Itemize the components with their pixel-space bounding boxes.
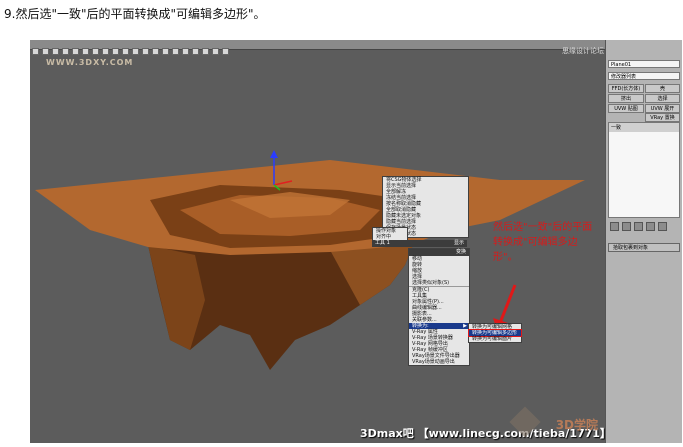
modifier-stack[interactable]: 一致: [608, 122, 680, 218]
make-unique-icon[interactable]: [634, 222, 643, 231]
logo-text: 3D学院: [555, 418, 598, 432]
pin-stack-icon[interactable]: [610, 222, 619, 231]
annotation-arrow: [498, 284, 517, 324]
menu-item[interactable]: VRay场景动画导出: [409, 359, 469, 365]
object-name-field[interactable]: Plane01: [608, 60, 680, 68]
extrude-button[interactable]: 挤出: [608, 94, 644, 103]
shell-button[interactable]: 壳: [645, 84, 680, 93]
convert-submenu: 转换为可编辑网格 转换为可编辑多边形 转换为可编辑面片: [468, 323, 522, 343]
command-panel: Plane01 修改器列表 FFD(长方体) 壳 挤出 选择 UVW 贴图 UV…: [605, 40, 682, 443]
show-end-result-icon[interactable]: [622, 222, 631, 231]
remove-modifier-icon[interactable]: [646, 222, 655, 231]
select-button[interactable]: 选择: [645, 94, 680, 103]
ffd-box-button[interactable]: FFD(长方体): [608, 84, 644, 93]
quad-menu-transform: 变换 移动 旋转 缩放 选择 选择类似对象(S) 克隆(C) 工具集 对象属性(…: [408, 248, 470, 366]
gizmo-z-arrow: [270, 150, 278, 158]
menu-item[interactable]: 克隆(C): [409, 286, 469, 293]
stack-item-conform[interactable]: 一致: [609, 123, 679, 132]
uvw-map-button[interactable]: UVW 贴图: [608, 104, 644, 113]
modifier-list-dropdown[interactable]: 修改器列表: [608, 72, 680, 80]
configure-sets-icon[interactable]: [658, 222, 667, 231]
uvw-unwrap-button[interactable]: UVW 展开: [645, 104, 680, 113]
submenu-item-editable-patch[interactable]: 转换为可编辑面片: [469, 336, 521, 342]
quad-header-transform: 变换: [409, 249, 469, 256]
quad-header-right: 显示: [453, 240, 464, 246]
quad-header-row: 工具 1 显示: [372, 240, 467, 247]
annotation-text: 然后选"一致"后的平面转换成"可编辑多边形"。: [493, 222, 593, 263]
vray-displace-button[interactable]: VRay 置换: [645, 113, 680, 122]
rollout-pick-wrap[interactable]: 拾取包裹到对象: [608, 243, 680, 252]
quad-header-left: 工具 1: [375, 240, 390, 246]
caption: 9.然后选"一致"后的平面转换成"可编辑多边形"。: [4, 7, 266, 21]
quad-menu-headers: 工具 1 显示: [372, 240, 467, 247]
quad-menu-tools: 操作对象 对齐中: [372, 227, 408, 241]
